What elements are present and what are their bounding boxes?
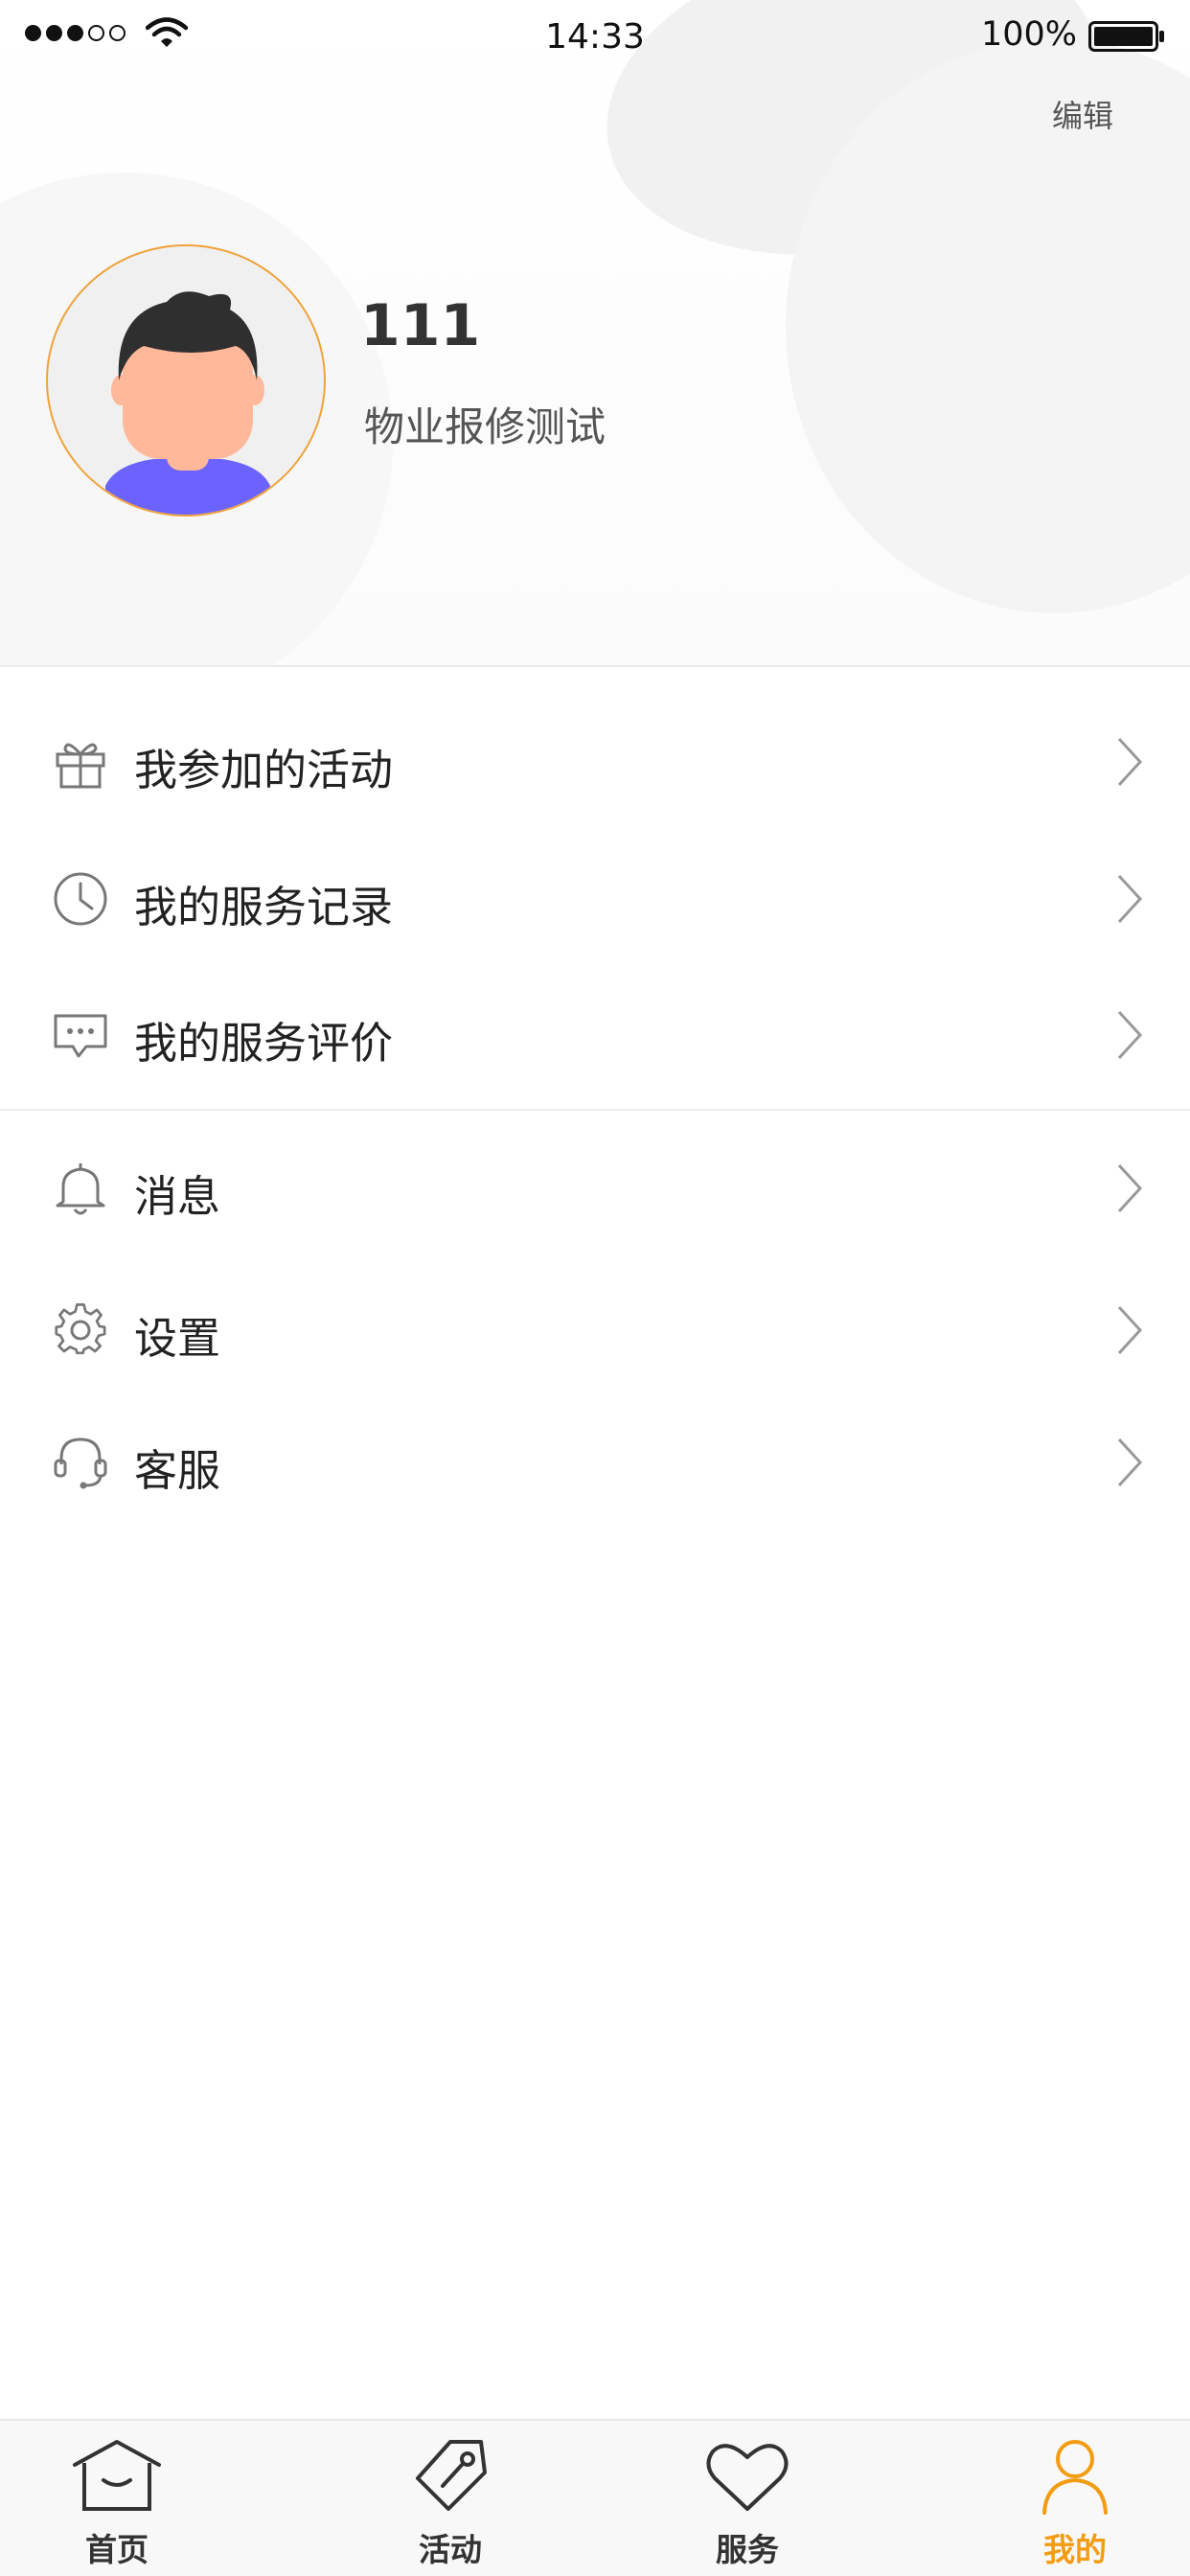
status-bar: 14:33 100% [0, 0, 1190, 75]
home-icon [73, 2440, 161, 2511]
clock-icon [54, 872, 107, 926]
divider [0, 665, 1190, 667]
tab-mine[interactable]: 我的 [979, 2421, 1171, 2576]
tab-services[interactable]: 服务 [652, 2421, 843, 2576]
gear-icon [55, 1303, 106, 1355]
menu-item-customer-service[interactable]: 客服 [0, 1395, 1190, 1530]
tab-label: 我的 [1043, 2531, 1107, 2568]
menu-label: 消息 [134, 1171, 221, 1222]
bell-icon [56, 1163, 105, 1215]
menu-item-messages[interactable]: 消息 [0, 1121, 1190, 1255]
menu-item-settings[interactable]: 设置 [0, 1263, 1190, 1397]
menu-label: 我的服务评价 [134, 1018, 394, 1069]
chat-bubble-icon [54, 1014, 107, 1058]
tab-home[interactable]: 首页 [21, 2421, 213, 2576]
tab-label: 活动 [419, 2531, 482, 2568]
avatar-illustration [105, 291, 270, 515]
heart-icon [706, 2444, 789, 2511]
chevron-right-icon [1117, 737, 1143, 787]
gift-icon [56, 743, 105, 789]
headset-icon [54, 1438, 107, 1489]
menu-item-service-reviews[interactable]: 我的服务评价 [0, 968, 1190, 1102]
profile-header: 编辑 111 物业报修测试 [0, 0, 1190, 665]
chevron-right-icon [1117, 1010, 1143, 1060]
username: 111 [360, 292, 481, 359]
menu-label: 设置 [134, 1313, 221, 1364]
tag-icon [416, 2440, 487, 2511]
menu-item-service-records[interactable]: 我的服务记录 [0, 832, 1190, 966]
chevron-right-icon [1117, 1163, 1143, 1213]
menu-item-my-activities[interactable]: 我参加的活动 [0, 695, 1190, 829]
tab-label: 服务 [716, 2531, 779, 2568]
divider [0, 1109, 1190, 1111]
user-icon [1042, 2440, 1108, 2515]
chevron-right-icon [1117, 1305, 1143, 1355]
avatar[interactable] [46, 244, 326, 517]
tab-bar: 首页 活动 服务 我的 [0, 2419, 1190, 2576]
tab-activities[interactable]: 活动 [355, 2421, 546, 2576]
menu-label: 我的服务记录 [134, 882, 394, 932]
user-subtitle: 物业报修测试 [364, 403, 606, 450]
chevron-right-icon [1117, 874, 1143, 924]
battery-icon [1088, 21, 1164, 52]
battery-percent: 100% [980, 15, 1077, 54]
chevron-right-icon [1117, 1438, 1143, 1487]
edit-profile-button[interactable]: 编辑 [1052, 92, 1113, 136]
menu-label: 客服 [134, 1445, 221, 1496]
tab-label: 首页 [85, 2531, 149, 2568]
menu-label: 我参加的活动 [134, 745, 394, 795]
